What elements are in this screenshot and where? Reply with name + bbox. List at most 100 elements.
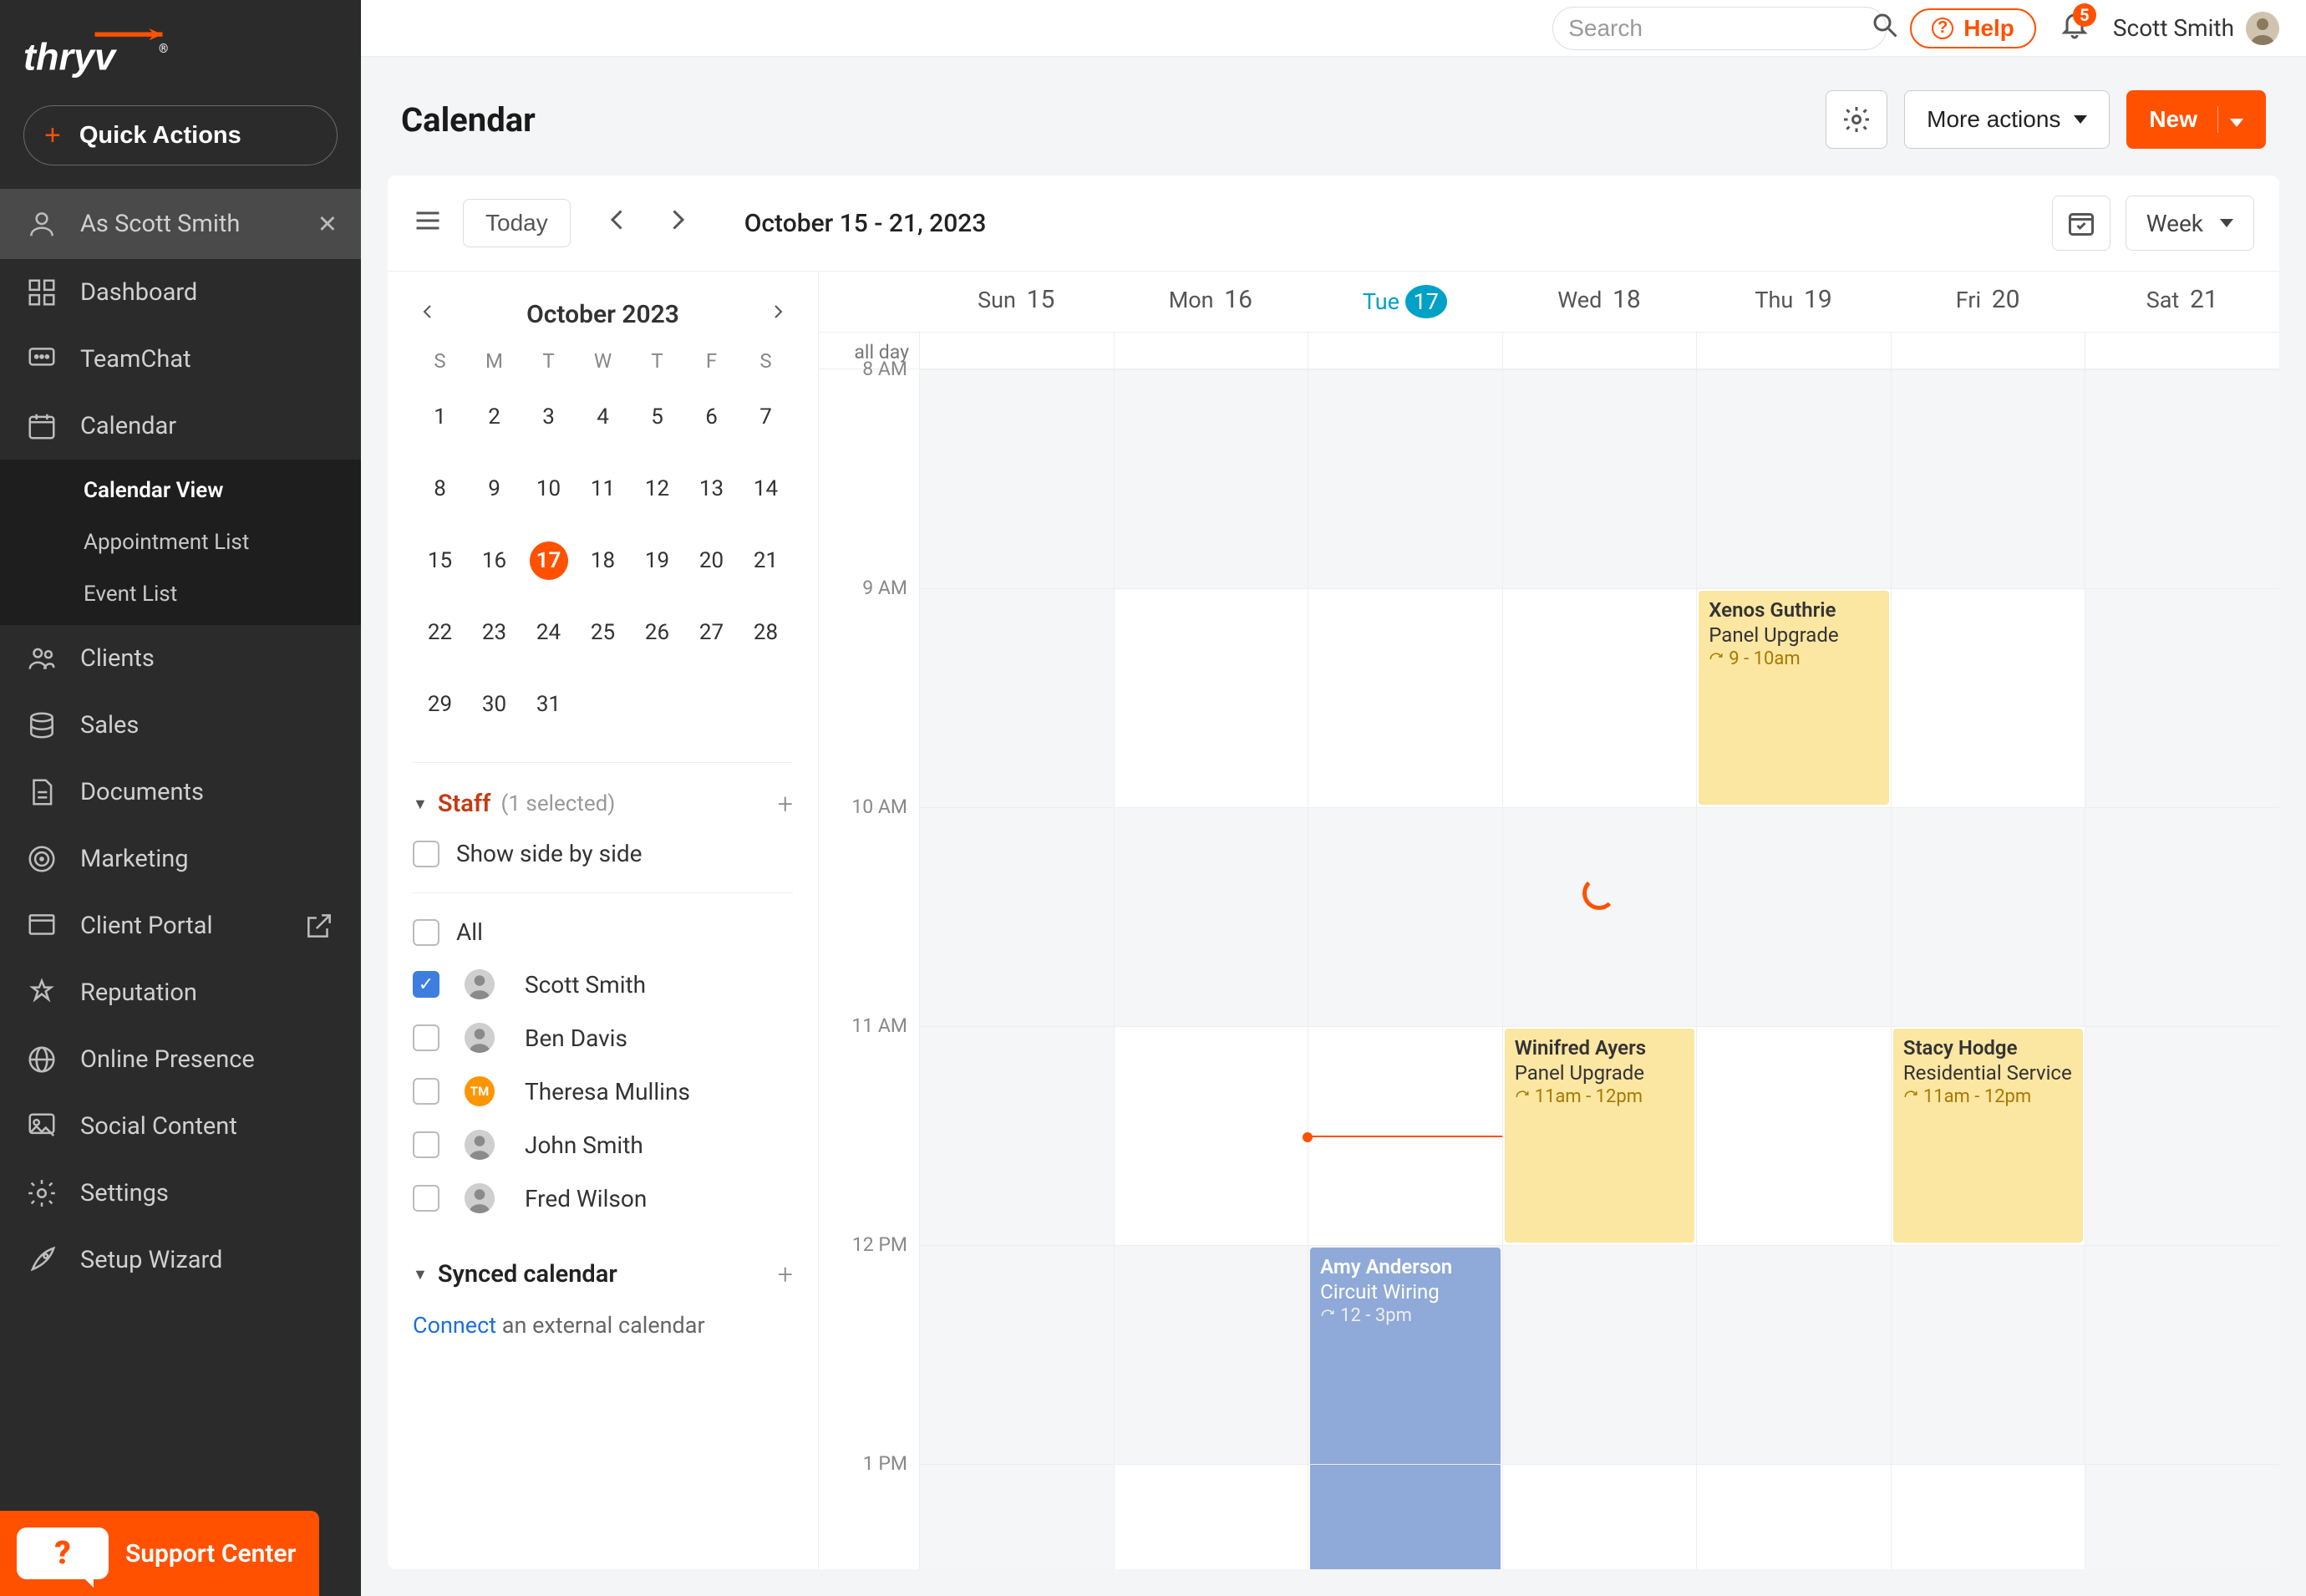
time-cell[interactable] — [1502, 1464, 1697, 1569]
staff-row[interactable]: Scott Smith — [413, 958, 793, 1011]
sidebar-user-row[interactable]: As Scott Smith ✕ — [0, 189, 361, 259]
time-cell[interactable] — [1696, 807, 1891, 1026]
calendar-event[interactable]: Xenos GuthriePanel Upgrade 9 - 10am — [1699, 591, 1889, 805]
mini-day-cell[interactable]: 21 — [739, 525, 793, 597]
sidebar-item-client-portal[interactable]: Client Portal — [0, 892, 361, 959]
sidebar-item-dashboard[interactable]: Dashboard — [0, 259, 361, 326]
time-cell[interactable] — [1891, 1464, 2085, 1569]
day-header[interactable]: Sat 21 — [2085, 272, 2279, 332]
sidebar-item-clients[interactable]: Clients — [0, 625, 361, 692]
all-day-cell[interactable] — [1891, 333, 2085, 369]
time-cell[interactable]: Winifred AyersPanel Upgrade 11am - 12pm — [1502, 1026, 1697, 1245]
connect-link[interactable]: Connect — [413, 1312, 496, 1339]
calendar-event[interactable]: Winifred AyersPanel Upgrade 11am - 12pm — [1505, 1029, 1695, 1243]
staff-row[interactable]: TMTheresa Mullins — [413, 1065, 793, 1118]
checkbox[interactable] — [413, 1078, 439, 1105]
time-cell[interactable] — [2085, 1464, 2279, 1569]
mini-day-cell[interactable]: 23 — [467, 597, 521, 668]
sidebar-item-teamchat[interactable]: TeamChat — [0, 326, 361, 393]
mini-day-cell[interactable]: 11 — [576, 453, 630, 525]
time-cell[interactable] — [919, 369, 1114, 588]
time-cell[interactable] — [1502, 369, 1697, 588]
synced-section-header[interactable]: ▼ Synced calendar + — [413, 1250, 793, 1299]
staff-row[interactable]: Ben Davis — [413, 1011, 793, 1065]
sidebar-item-sales[interactable]: Sales — [0, 692, 361, 759]
all-day-cell[interactable] — [1308, 333, 1502, 369]
calendar-settings-button[interactable] — [1826, 90, 1887, 149]
calendar-event[interactable]: Stacy HodgeResidential Service 11am - 12… — [1893, 1029, 2084, 1243]
mini-day-cell[interactable]: 22 — [413, 597, 467, 668]
today-button[interactable]: Today — [463, 199, 571, 247]
new-button[interactable]: New — [2126, 90, 2266, 149]
all-day-cell[interactable] — [1696, 333, 1891, 369]
prev-week-button[interactable] — [596, 205, 639, 241]
mini-day-cell[interactable]: 12 — [630, 453, 684, 525]
time-cell[interactable] — [1114, 1026, 1308, 1245]
sidebar-item-online-presence[interactable]: Online Presence — [0, 1026, 361, 1093]
mini-day-cell[interactable]: 15 — [413, 525, 467, 597]
view-select[interactable]: Week — [2126, 196, 2254, 251]
time-cell[interactable] — [1696, 1245, 1891, 1464]
mini-next-month[interactable] — [763, 302, 793, 328]
mini-day-cell[interactable]: 18 — [576, 525, 630, 597]
sidebar-subitem-appointment-list[interactable]: Appointment List — [0, 516, 361, 568]
mini-day-cell[interactable]: 10 — [521, 453, 576, 525]
notifications-button[interactable]: 5 — [2060, 10, 2090, 46]
mini-day-cell[interactable]: 7 — [739, 381, 793, 453]
all-day-cell[interactable] — [1502, 333, 1697, 369]
mini-day-cell[interactable]: 31 — [521, 668, 576, 740]
time-cell[interactable] — [919, 1026, 1114, 1245]
time-cell[interactable] — [919, 1245, 1114, 1464]
time-cell[interactable] — [919, 807, 1114, 1026]
side-by-side-toggle[interactable]: Show side by side — [413, 828, 793, 879]
quick-actions-button[interactable]: + Quick Actions — [23, 105, 338, 165]
time-cell[interactable] — [1308, 369, 1502, 588]
next-week-button[interactable] — [656, 205, 699, 241]
sidebar-item-setup-wizard[interactable]: Setup Wizard — [0, 1227, 361, 1294]
checkbox[interactable] — [413, 1185, 439, 1212]
staff-section-header[interactable]: ▼ Staff (1 selected) + — [413, 780, 793, 828]
sidebar-subitem-calendar-view[interactable]: Calendar View — [0, 465, 361, 516]
day-header[interactable]: Mon 16 — [1114, 272, 1308, 332]
time-cell[interactable] — [919, 1464, 1114, 1569]
all-day-cell[interactable] — [1114, 333, 1308, 369]
time-cell[interactable] — [1308, 1464, 1502, 1569]
time-cell[interactable] — [1502, 1245, 1697, 1464]
mini-day-cell[interactable]: 27 — [684, 597, 739, 668]
mini-day-cell[interactable]: 1 — [413, 381, 467, 453]
time-cell[interactable] — [1696, 1026, 1891, 1245]
time-cell[interactable] — [1114, 807, 1308, 1026]
time-cell[interactable] — [1308, 807, 1502, 1026]
mini-day-cell[interactable]: 3 — [521, 381, 576, 453]
time-cell[interactable] — [2085, 1245, 2279, 1464]
mini-day-cell[interactable]: 9 — [467, 453, 521, 525]
checkbox[interactable] — [413, 1131, 439, 1158]
time-cell[interactable] — [1502, 588, 1697, 807]
time-cell[interactable] — [919, 588, 1114, 807]
sidebar-subitem-event-list[interactable]: Event List — [0, 568, 361, 620]
mini-day-cell[interactable]: 2 — [467, 381, 521, 453]
sidebar-item-social-content[interactable]: Social Content — [0, 1093, 361, 1160]
day-header[interactable]: Sun 15 — [919, 272, 1114, 332]
time-cell[interactable] — [2085, 588, 2279, 807]
sidebar-item-marketing[interactable]: Marketing — [0, 826, 361, 892]
time-cell[interactable] — [2085, 807, 2279, 1026]
support-center-button[interactable]: ? Support Center — [0, 1511, 319, 1596]
mini-day-cell[interactable]: 4 — [576, 381, 630, 453]
mini-day-cell[interactable]: 28 — [739, 597, 793, 668]
mini-day-cell[interactable]: 8 — [413, 453, 467, 525]
time-cell[interactable] — [1696, 369, 1891, 588]
add-synced-calendar-button[interactable]: + — [778, 1258, 793, 1290]
mini-day-cell[interactable]: 17 — [521, 525, 576, 597]
day-header[interactable]: Thu 19 — [1696, 272, 1891, 332]
time-cell[interactable] — [1114, 369, 1308, 588]
sidebar-item-calendar[interactable]: Calendar — [0, 393, 361, 460]
checkbox[interactable] — [413, 971, 439, 998]
all-day-cell[interactable] — [919, 333, 1114, 369]
toggle-sidebar-button[interactable] — [413, 206, 443, 241]
sidebar-item-reputation[interactable]: Reputation — [0, 959, 361, 1026]
time-cell[interactable] — [1114, 588, 1308, 807]
search-icon[interactable] — [1870, 10, 1900, 46]
time-cell[interactable]: Xenos GuthriePanel Upgrade 9 - 10am — [1696, 588, 1891, 807]
mini-day-cell[interactable]: 6 — [684, 381, 739, 453]
